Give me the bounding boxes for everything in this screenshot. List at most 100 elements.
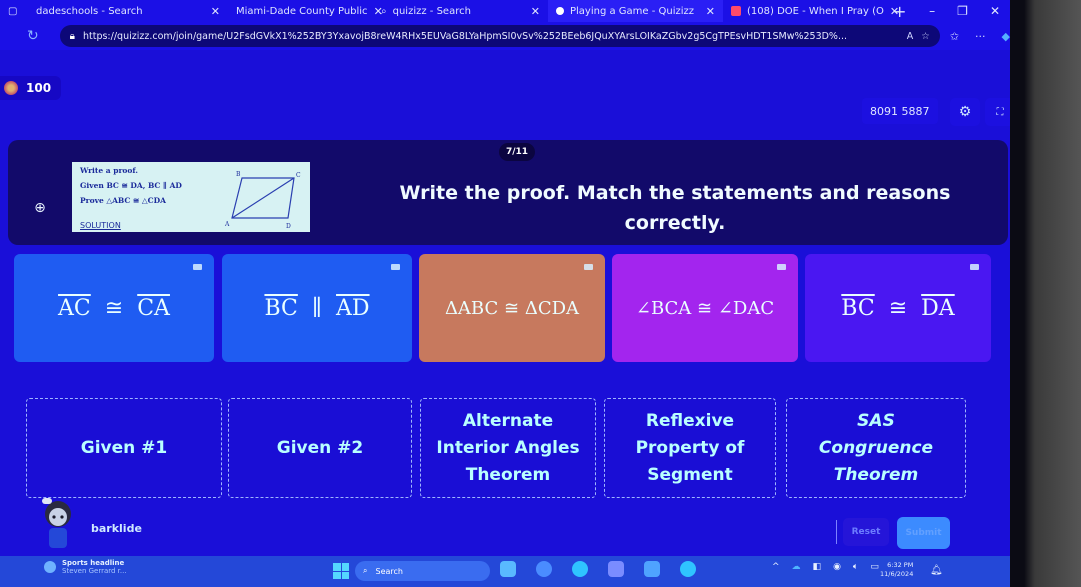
favorites-icon[interactable]: ✩ bbox=[950, 30, 959, 43]
tab-title: Playing a Game - Quizizz bbox=[570, 5, 695, 17]
onedrive-icon[interactable]: ☁ bbox=[792, 562, 801, 572]
favorite-star-icon[interactable]: ☆ bbox=[921, 31, 930, 42]
tab-title: quizizz - Search bbox=[392, 5, 471, 17]
statement-right: CA bbox=[137, 295, 170, 321]
restore-icon[interactable]: ❐ bbox=[957, 4, 968, 18]
more-icon[interactable]: ··· bbox=[975, 30, 986, 43]
wifi-icon[interactable]: ◉ bbox=[833, 562, 841, 572]
new-tab-button[interactable]: + bbox=[883, 2, 916, 21]
statement-card[interactable]: BC ∥ AD ☝ bbox=[222, 254, 564, 362]
avatar bbox=[42, 498, 71, 548]
youtube-favicon-icon bbox=[731, 6, 741, 16]
statement-left: BC bbox=[264, 295, 298, 321]
vertex-d: D bbox=[286, 223, 291, 230]
submit-button[interactable]: Submit bbox=[897, 517, 950, 549]
fullscreen-button[interactable]: ⛶ bbox=[985, 98, 1010, 126]
news-title: Sports headline bbox=[62, 559, 125, 567]
statement-card[interactable]: ΔABC ≅ ΔCDA bbox=[419, 254, 605, 362]
reason-drop-zone[interactable]: Reflexive Property of Segment bbox=[604, 398, 776, 498]
close-icon[interactable]: ✕ bbox=[706, 5, 715, 18]
reload-icon[interactable]: ↻ bbox=[18, 28, 48, 44]
monitor-bezel bbox=[1010, 0, 1081, 587]
reason-drop-zone[interactable]: Given #1 bbox=[26, 398, 222, 498]
gear-icon: ⚙ bbox=[958, 104, 972, 120]
copilot-app-icon[interactable] bbox=[536, 561, 552, 577]
statement-cards: AC ≅ CA BC ∥ AD ☝ ΔABC ≅ ΔCDA ∠BCA ≅ ∠DA… bbox=[14, 254, 1010, 366]
toolbar-icons: ✩ ··· ◆ bbox=[950, 30, 1010, 43]
reason-drop-zone[interactable]: SAS Congruence Theorem bbox=[786, 398, 966, 498]
task-view-icon[interactable] bbox=[500, 561, 516, 577]
username: barklide bbox=[91, 522, 142, 535]
clock[interactable]: 6:32 PM 11/6/2024 bbox=[880, 561, 913, 579]
drag-handle-icon[interactable] bbox=[970, 264, 979, 270]
reason-drop-zones: Given #1 Given #2 Alternate Interior Ang… bbox=[24, 398, 974, 510]
statement-card[interactable]: AC ≅ CA bbox=[14, 254, 214, 362]
reason-drop-zone[interactable]: Given #2 bbox=[228, 398, 412, 498]
minimize-icon[interactable]: – bbox=[929, 4, 935, 18]
copilot-icon[interactable]: ◆ bbox=[1002, 30, 1010, 43]
screen: ▢ dadeschools - Search ✕ Miami-Dade Coun… bbox=[0, 0, 1010, 587]
reset-button[interactable]: Reset bbox=[843, 518, 889, 546]
news-widget[interactable]: Sports headline Steven Gerrard r... bbox=[44, 559, 127, 575]
windows-start-icon[interactable] bbox=[333, 563, 349, 579]
statement-card[interactable]: ∠BCA ≅ ∠DAC bbox=[612, 254, 798, 362]
statement-left: AC bbox=[58, 295, 91, 321]
reason-label: Alternate Interior Angles Theorem bbox=[436, 410, 580, 485]
teams-icon[interactable] bbox=[608, 561, 624, 577]
statement-operator: ≅ bbox=[888, 295, 908, 321]
statement-left: BC bbox=[841, 295, 875, 321]
footer-divider bbox=[836, 520, 837, 544]
news-subtitle: Steven Gerrard r... bbox=[62, 567, 127, 575]
file-explorer-icon[interactable] bbox=[644, 561, 660, 577]
close-icon[interactable]: ✕ bbox=[211, 5, 220, 18]
tab-dadeschools[interactable]: dadeschools - Search ✕ bbox=[28, 0, 228, 22]
close-icon[interactable]: ✕ bbox=[531, 5, 540, 18]
system-tray: ^ ☁ ◧ ◉ 🔈︎ ▭ bbox=[772, 562, 879, 572]
coin-icon bbox=[4, 81, 18, 95]
question-counter: 7/11 bbox=[499, 143, 536, 161]
vertex-c: C bbox=[296, 172, 301, 179]
read-aloud-icon[interactable]: A bbox=[907, 31, 914, 42]
settings-button[interactable]: ⚙ bbox=[950, 98, 980, 126]
chevron-up-icon[interactable]: ^ bbox=[772, 562, 780, 572]
drag-handle-icon[interactable] bbox=[193, 264, 202, 270]
tab-title: Miami-Dade County Public bbox=[236, 5, 368, 17]
tab-playing-game[interactable]: Playing a Game - Quizizz ✕ bbox=[548, 0, 723, 22]
statement-card[interactable]: BC ≅ DA bbox=[805, 254, 991, 362]
vertex-b: B bbox=[236, 171, 241, 178]
score-badge: 100 bbox=[0, 76, 62, 100]
statement-right: DA bbox=[921, 295, 955, 321]
taskbar-search-label: Search bbox=[375, 566, 403, 576]
tab-actions-icon[interactable]: ▢ bbox=[0, 0, 28, 22]
drag-handle-icon[interactable] bbox=[391, 264, 400, 270]
tab-miami-dade[interactable]: Miami-Dade County Public ✕ bbox=[228, 0, 383, 22]
address-bar[interactable]: 🔒︎ https://quizizz.com/join/game/U2FsdGV… bbox=[59, 25, 940, 47]
drag-handle-icon[interactable] bbox=[584, 264, 593, 270]
notification-bell-icon[interactable]: 🔔︎ bbox=[930, 565, 943, 576]
edge-active-icon[interactable] bbox=[680, 561, 696, 577]
quizizz-favicon-icon bbox=[556, 7, 564, 15]
statement-right: ∠DAC bbox=[717, 297, 775, 319]
vertex-a: A bbox=[224, 221, 230, 228]
tab-quizizz-search[interactable]: ⌕ quizizz - Search ✕ bbox=[373, 0, 548, 22]
app-tray-icon[interactable]: ◧ bbox=[813, 562, 822, 572]
sports-icon bbox=[44, 561, 56, 573]
reason-drop-zone[interactable]: Alternate Interior Angles Theorem bbox=[420, 398, 596, 498]
edge-icon[interactable] bbox=[572, 561, 588, 577]
drag-handle-icon[interactable] bbox=[777, 264, 786, 270]
close-window-icon[interactable]: ✕ bbox=[990, 4, 1000, 18]
statement-operator: ≅ bbox=[697, 297, 713, 319]
question-image[interactable]: Write a proof. Given BC ≅ DA, BC ∥ AD Pr… bbox=[72, 162, 310, 232]
reason-label: Given #1 bbox=[80, 437, 168, 458]
taskbar-apps bbox=[500, 561, 696, 577]
tab-youtube[interactable]: (108) DOE - When I Pray (O ✕ bbox=[723, 0, 899, 22]
volume-icon[interactable]: 🔈︎ bbox=[853, 562, 858, 572]
battery-icon[interactable]: ▭ bbox=[870, 562, 879, 572]
search-icon: ⌕ bbox=[363, 566, 368, 575]
zoom-image-icon[interactable]: ⊕ bbox=[30, 200, 50, 220]
reason-label: SAS Congruence Theorem bbox=[818, 410, 934, 485]
question-text: Write the proof. Match the statements an… bbox=[399, 182, 951, 234]
game-code: 8091 5887 bbox=[862, 98, 938, 124]
taskbar-search[interactable]: ⌕ Search bbox=[355, 561, 490, 581]
statement-right: ΔCDA bbox=[524, 297, 580, 319]
